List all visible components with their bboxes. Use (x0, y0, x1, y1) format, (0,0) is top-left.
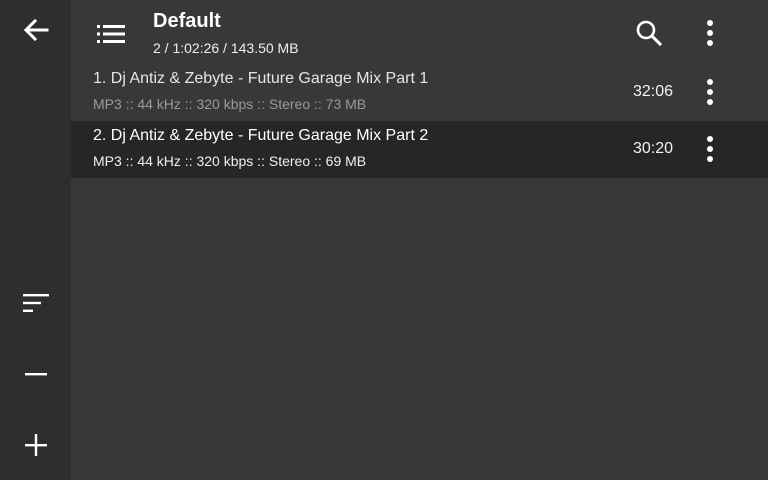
app-root: Default 2 / 1:02:26 / 143.50 MB 1. Dj An… (0, 0, 768, 480)
playlist-summary: 2 / 1:02:26 / 143.50 MB (153, 40, 299, 56)
track-title: 1. Dj Antiz & Zebyte - Future Garage Mix… (93, 70, 429, 87)
plus-icon (24, 434, 47, 456)
track-duration: 32:06 (633, 83, 674, 100)
track-row-selected[interactable]: 2. Dj Antiz & Zebyte - Future Garage Mix… (71, 121, 768, 178)
back-button[interactable] (0, 6, 71, 54)
left-rail (0, 0, 71, 480)
sort-button[interactable] (0, 279, 71, 327)
playlist-title: Default (153, 10, 221, 32)
remove-button[interactable] (0, 350, 71, 398)
search-button[interactable] (625, 9, 673, 57)
more-vertical-icon (707, 136, 713, 162)
track-info: MP3 :: 44 kHz :: 320 kbps :: Stereo :: 7… (93, 96, 367, 112)
more-vertical-icon (707, 79, 713, 105)
track-more-button[interactable] (690, 125, 730, 173)
playlist-header: Default 2 / 1:02:26 / 143.50 MB (71, 0, 768, 64)
track-info: MP3 :: 44 kHz :: 320 kbps :: Stereo :: 6… (93, 153, 367, 169)
main-panel: Default 2 / 1:02:26 / 143.50 MB 1. Dj An… (71, 0, 768, 480)
list-icon (97, 25, 125, 43)
add-button[interactable] (0, 421, 71, 469)
back-arrow-icon (23, 18, 48, 42)
more-vertical-icon (707, 20, 713, 46)
search-icon (636, 20, 663, 47)
playlist-menu-button[interactable] (87, 10, 135, 58)
track-duration: 30:20 (633, 140, 674, 157)
header-more-button[interactable] (690, 9, 730, 57)
track-row[interactable]: 1. Dj Antiz & Zebyte - Future Garage Mix… (71, 64, 768, 121)
sort-icon (22, 294, 49, 312)
track-title: 2. Dj Antiz & Zebyte - Future Garage Mix… (93, 127, 429, 144)
minus-icon (24, 373, 47, 376)
track-more-button[interactable] (690, 68, 730, 116)
